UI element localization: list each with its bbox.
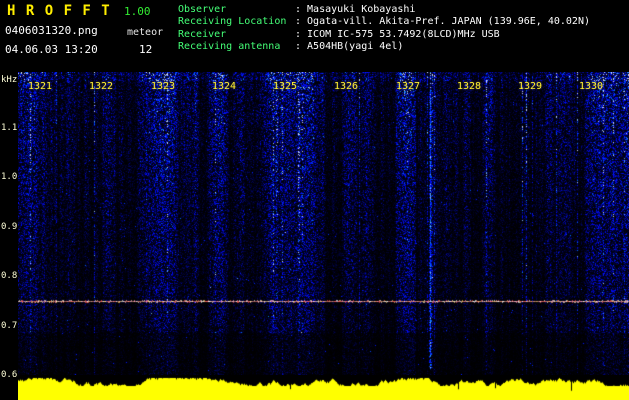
- info-label: Receiving antenna: [178, 41, 281, 53]
- info-row-receiver: Receiver: ICOM IC-575 53.7492(8LCD)MHz US…: [178, 29, 590, 41]
- info-row-receiving-antenna: Receiving antenna: A504HB(yagi 4el): [178, 41, 590, 53]
- station-info: Observer: Masayuki Kobayashi Receiving Loc…: [178, 4, 590, 54]
- freq-tick-label: 0.8: [1, 271, 18, 281]
- info-label: Observer: [178, 4, 227, 15]
- freq-tick-label: 1.1: [1, 123, 18, 133]
- info-value: Ogata-vill. Akita-Pref. JAPAN (139.96E, …: [307, 16, 590, 28]
- app-title: H R O F F T: [7, 3, 111, 19]
- freq-tick-label: 0.6: [1, 370, 18, 380]
- freq-tick-label: 0.7: [1, 321, 18, 331]
- info-value: Masayuki Kobayashi: [307, 4, 416, 15]
- output-filename: 0406031320.png: [5, 24, 98, 37]
- info-value: A504HB(yagi 4el): [307, 41, 404, 53]
- info-value: ICOM IC-575 53.7492(8LCD)MHz USB: [307, 28, 500, 40]
- info-colon: :: [295, 41, 302, 53]
- spectrogram-canvas: [18, 72, 629, 375]
- info-colon: :: [295, 28, 302, 40]
- freq-tick-label: 0.9: [1, 222, 18, 232]
- info-label: Receiving Location: [178, 16, 287, 28]
- info-row-receiving-location: Receiving Location: Ogata-vill. Akita-Pre…: [178, 16, 590, 28]
- meteor-count: 12: [139, 43, 153, 56]
- info-colon: :: [295, 4, 302, 15]
- signal-strength-canvas: [18, 377, 629, 400]
- info-colon: :: [295, 16, 302, 28]
- freq-tick-label: 1.0: [1, 172, 18, 182]
- info-row-observer: Observer: Masayuki Kobayashi: [178, 4, 590, 16]
- freq-unit-label: kHz: [1, 75, 18, 85]
- hrofft-window: H R O F F T 1.00 0406031320.png meteor 0…: [0, 0, 629, 400]
- mode-label: meteor: [127, 27, 164, 38]
- info-label: Receiver: [178, 28, 227, 40]
- datetime-label: 04.06.03 13:20: [5, 43, 98, 56]
- frequency-axis: kHz 1.1 1.0 0.9 0.8 0.7 0.6: [0, 72, 18, 400]
- app-version: 1.00: [124, 5, 151, 18]
